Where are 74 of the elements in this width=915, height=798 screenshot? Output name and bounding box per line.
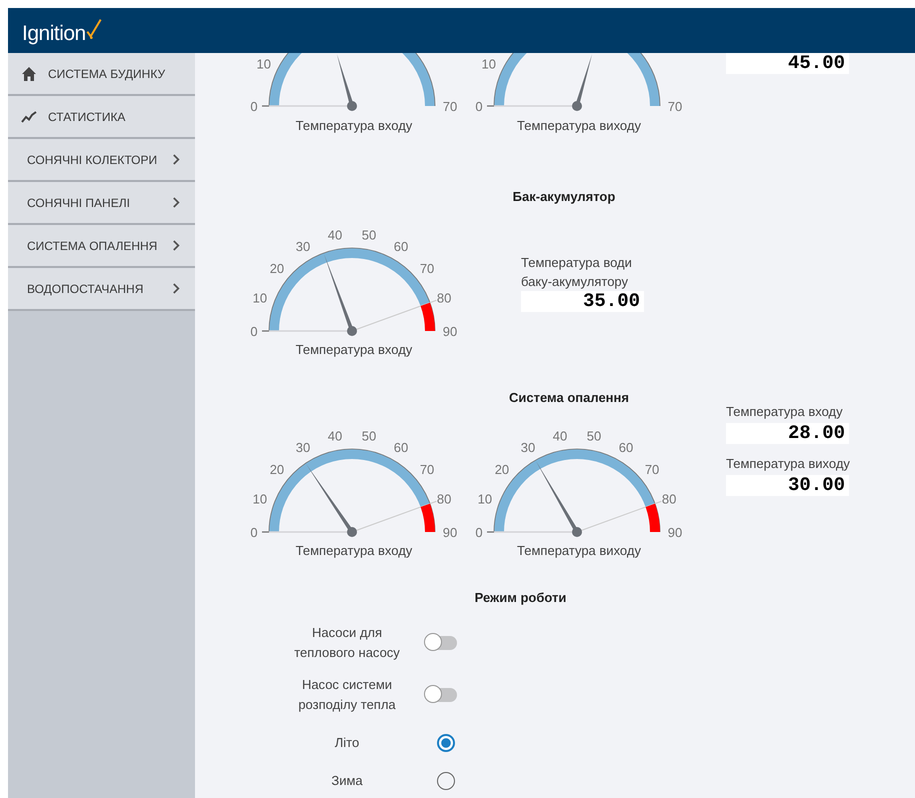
logo-text[interactable]: Ignition	[22, 22, 86, 46]
tick-label: 10	[478, 491, 492, 506]
gauge-caption: Температура входу	[294, 542, 414, 560]
toggle-switch[interactable]	[425, 688, 457, 702]
section-heading: Система опалення	[509, 389, 629, 407]
tick-label: 70	[442, 99, 458, 114]
nav-item[interactable]: СОНЯЧНІ ПАНЕЛІ	[8, 182, 195, 225]
tick-label: 30	[520, 440, 536, 456]
tick-label: 60	[618, 440, 634, 456]
section-heading: Бак-акумулятор	[512, 188, 616, 206]
nav-item[interactable]: ВОДОПОСТАЧАННЯ	[8, 268, 195, 311]
tick-label: 70	[644, 462, 660, 477]
readout-label: Температура води баку-акумулятору	[521, 254, 633, 291]
numeric-readout: 45.00	[726, 53, 849, 74]
tick-label: 10	[252, 491, 268, 506]
chevron-right-icon	[172, 282, 181, 295]
tick-label: 80	[436, 290, 452, 306]
nav-item[interactable]: СТАТИСТИКА	[8, 96, 195, 139]
numeric-readout: 30.00	[726, 475, 849, 496]
tick-label: 90	[668, 525, 682, 540]
readout-label: Температура входу	[726, 403, 844, 421]
tick-label: 20	[494, 462, 510, 477]
radio-label: Літо	[334, 734, 360, 752]
nav-item[interactable]: СОНЯЧНІ КОЛЕКТОРИ	[8, 139, 195, 182]
numeric-readout: 35.00	[521, 291, 644, 312]
tick-label: 90	[442, 525, 458, 540]
tick-label: 0	[250, 525, 258, 540]
tick-label: 10	[252, 290, 268, 306]
numeric-readout: 28.00	[726, 423, 849, 444]
tick-label: 20	[270, 462, 284, 477]
home-icon	[21, 66, 37, 82]
tick-label: 40	[328, 428, 342, 444]
tick-label: 30	[296, 440, 310, 456]
tick-label: 10	[256, 56, 271, 72]
chevron-right-icon	[172, 239, 181, 252]
gauge-caption: Температура входу	[294, 341, 414, 359]
tick-label: 60	[394, 440, 408, 456]
nav-item[interactable]: СИСТЕМА БУДИНКУ	[8, 53, 195, 96]
tick-label: 50	[586, 428, 602, 444]
section-heading: Режим роботи	[474, 589, 566, 607]
tick-label: 0	[250, 324, 258, 339]
tick-label: 0	[475, 99, 483, 114]
nav-item[interactable]: СИСТЕМА ОПАЛЕННЯ	[8, 225, 195, 268]
tick-label: 20	[270, 261, 284, 276]
tick-label: 0	[250, 99, 258, 114]
tick-label: 40	[552, 428, 568, 444]
gauge-caption: Температура виходу	[516, 542, 642, 560]
toggle-switch[interactable]	[425, 636, 457, 650]
tick-label: 50	[362, 428, 376, 444]
gauge-caption: Температура виходу	[516, 117, 642, 135]
tick-label: 70	[668, 99, 682, 114]
tick-label: 70	[420, 462, 434, 477]
switch-label: Насос системи розподілу тепла	[297, 676, 397, 714]
chevron-right-icon	[172, 196, 181, 209]
tick-label: 30	[296, 239, 310, 254]
gauge-caption: Температура входу	[294, 117, 414, 135]
tick-label: 80	[436, 491, 452, 506]
tick-label: 70	[420, 261, 434, 276]
readout-label: Температура виходу	[726, 455, 851, 473]
chevron-right-icon	[172, 153, 181, 166]
gauge-needle	[572, 54, 592, 111]
tick-label: 50	[362, 228, 376, 242]
radio-label: Зима	[330, 772, 364, 790]
tick-label: 60	[394, 239, 408, 254]
tick-label: 80	[662, 491, 676, 506]
tick-label: 40	[328, 228, 342, 242]
tick-label: 10	[481, 56, 496, 72]
tick-label: 0	[475, 525, 483, 540]
radio-button[interactable]	[437, 772, 455, 790]
radio-button[interactable]	[437, 734, 455, 752]
tick-label: 90	[442, 324, 458, 339]
chart-line-icon	[21, 108, 37, 124]
switch-label: Насоси для теплового насосу	[293, 624, 401, 662]
gauge-needle	[336, 54, 357, 111]
